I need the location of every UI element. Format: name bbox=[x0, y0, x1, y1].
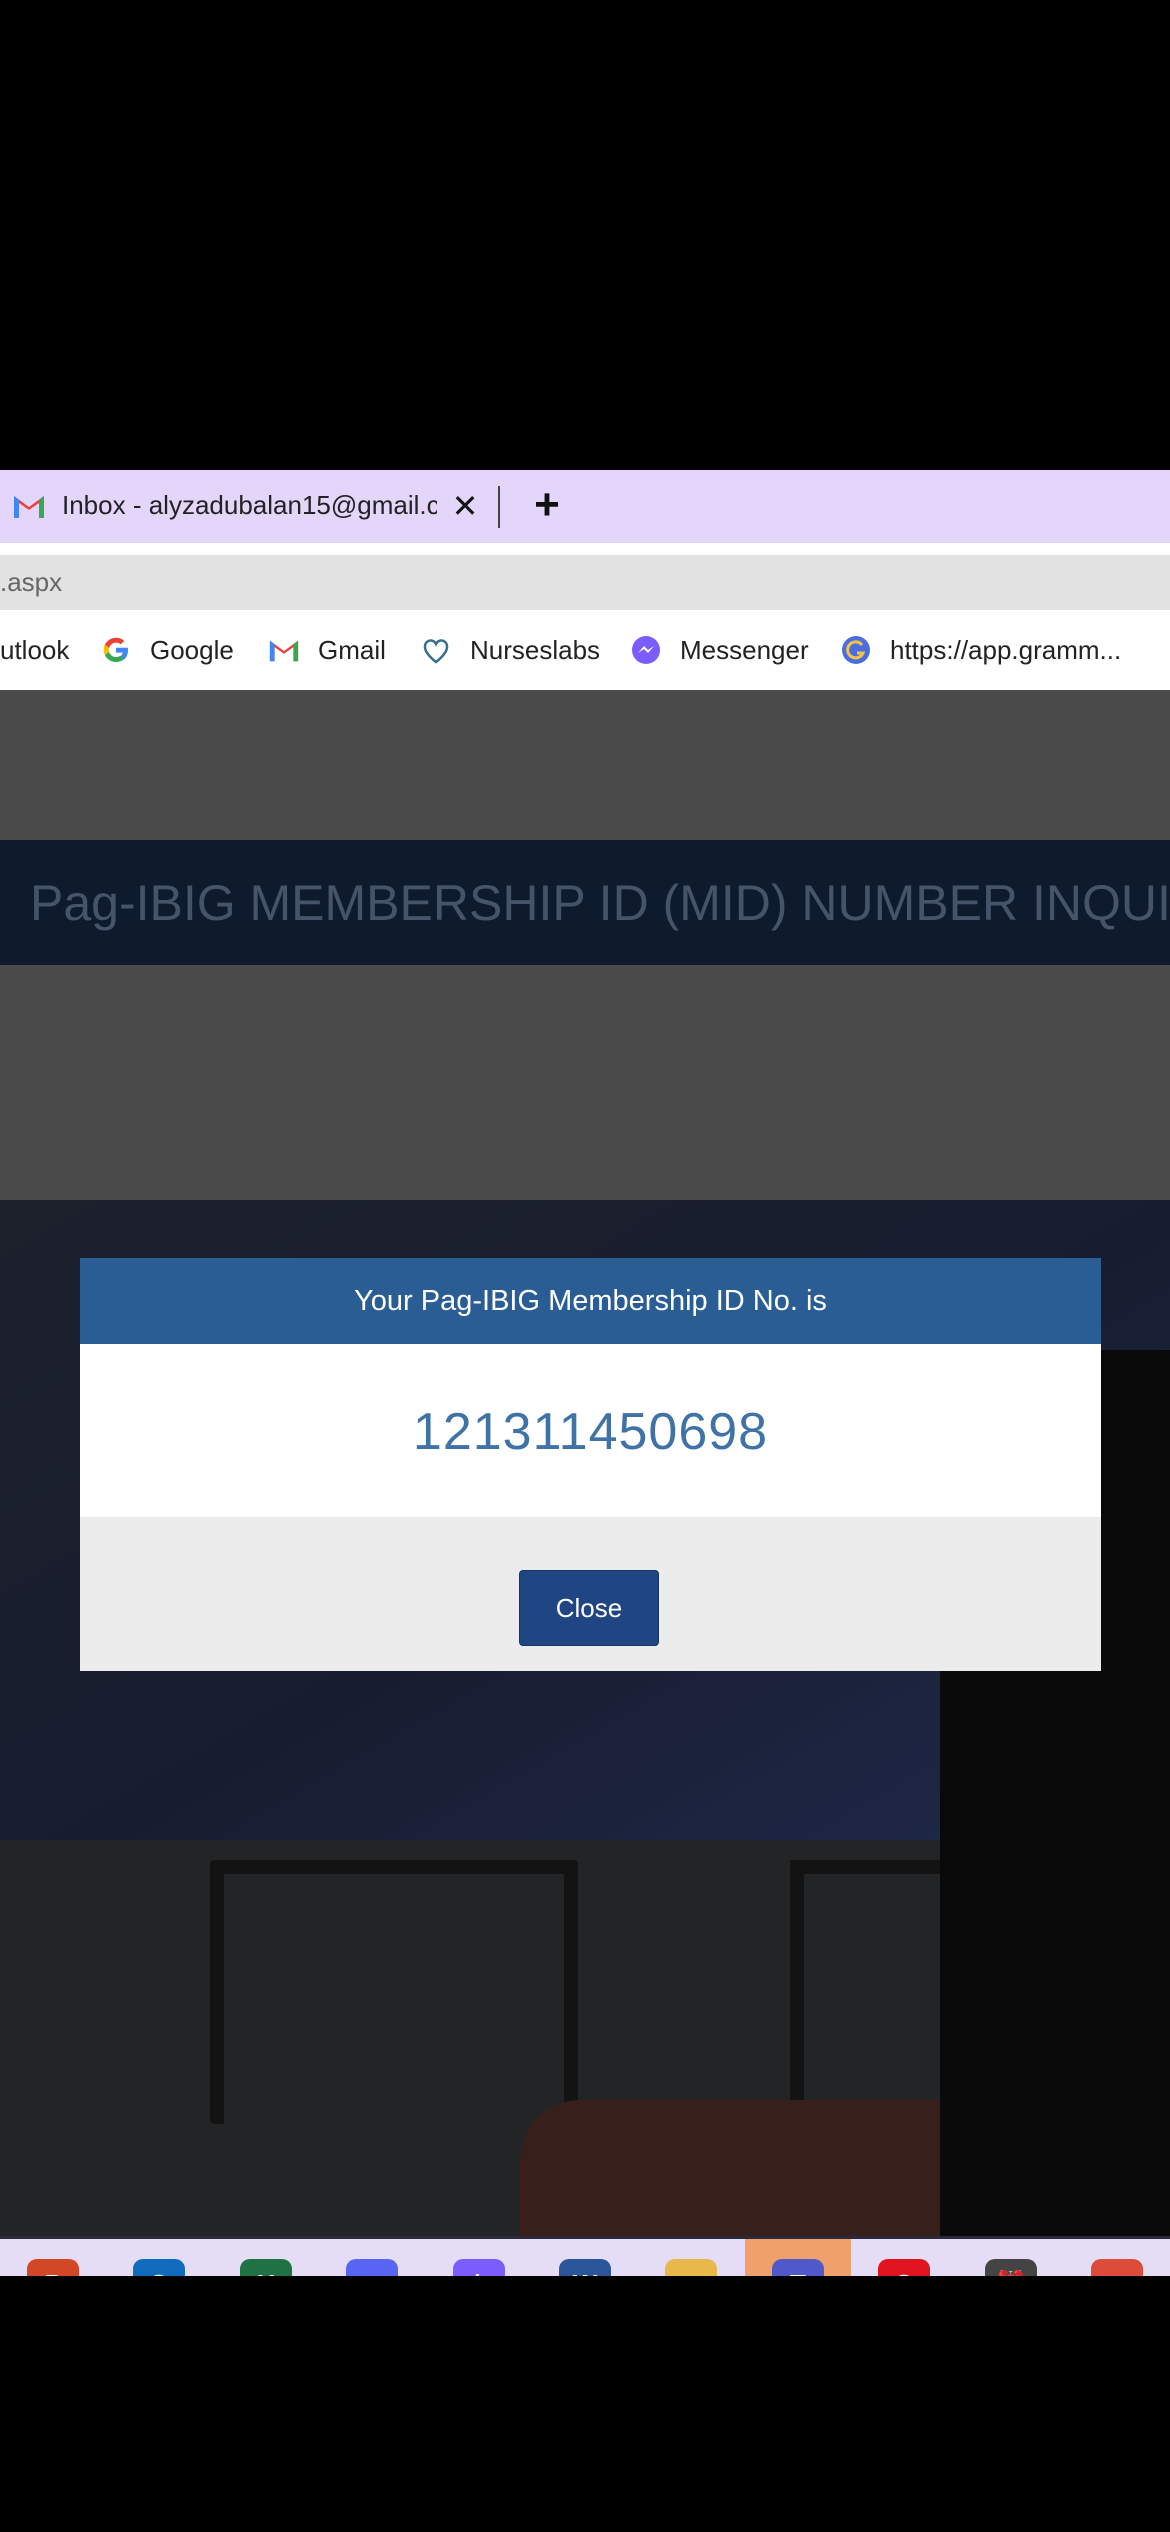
taskbar-app-word[interactable]: W bbox=[532, 2239, 638, 2276]
bookmark-label: Messenger bbox=[680, 634, 809, 665]
gmail-icon bbox=[269, 640, 299, 662]
new-tab-button[interactable]: + bbox=[524, 482, 570, 528]
messenger-icon: ϟ bbox=[453, 2258, 505, 2276]
bookmark-gmail[interactable]: Gmail bbox=[268, 610, 386, 690]
address-bar[interactable]: .aspx bbox=[0, 555, 1170, 611]
taskbar-app-chrome[interactable]: ◎ bbox=[1064, 2239, 1170, 2276]
chrome-icon: ◎ bbox=[1091, 2258, 1143, 2276]
bookmark-google[interactable]: Google bbox=[100, 610, 234, 690]
taskbar-app-outlook[interactable]: O bbox=[106, 2239, 212, 2276]
discord-icon: ◉ bbox=[346, 2258, 398, 2276]
taskbar-app-messenger[interactable]: ϟ bbox=[426, 2239, 532, 2276]
teams-icon: T bbox=[772, 2258, 824, 2276]
nurseslabs-icon bbox=[423, 639, 449, 664]
bookmark-grammarly[interactable]: https://app.gramm... bbox=[840, 610, 1121, 690]
browser-tab[interactable]: Inbox - alyzadubalan15@gmail.co ✕ bbox=[0, 470, 490, 543]
taskbar-app-teams[interactable]: T3 bbox=[745, 2239, 851, 2276]
bookmark-outlook[interactable]: utlook bbox=[0, 610, 69, 690]
bookmark-label: Gmail bbox=[318, 634, 386, 665]
google-icon bbox=[103, 637, 128, 662]
bookmark-label: https://app.gramm... bbox=[890, 634, 1122, 665]
taskbar-app-excel[interactable]: X bbox=[213, 2239, 319, 2276]
address-text: .aspx bbox=[0, 567, 63, 597]
taskbar: P O X ◉ ϟ W ▬ T3 O ⏰ ◎ bbox=[0, 2236, 1170, 2276]
messenger-icon bbox=[632, 636, 660, 664]
folder-icon: ▬ bbox=[665, 2258, 717, 2276]
bookmark-label: utlook bbox=[0, 634, 70, 665]
tab-title: Inbox - alyzadubalan15@gmail.co bbox=[62, 490, 437, 520]
close-button[interactable]: Close bbox=[519, 1570, 659, 1646]
bookmarks-bar: utlook Google Gmail Nurseslabs Messenger… bbox=[0, 610, 1170, 691]
alarm-clock-icon: ⏰ bbox=[985, 2258, 1037, 2276]
page-header: Pag-IBIG MEMBERSHIP ID (MID) NUMBER INQU… bbox=[0, 840, 1170, 965]
page-title: Pag-IBIG MEMBERSHIP ID (MID) NUMBER INQU… bbox=[30, 875, 1170, 931]
powerpoint-icon: P bbox=[27, 2258, 79, 2276]
outlook-icon: O bbox=[133, 2258, 185, 2276]
gmail-icon bbox=[14, 496, 44, 518]
tab-separator bbox=[498, 486, 500, 528]
dialog-heading: Your Pag-IBIG Membership ID No. is bbox=[80, 1258, 1101, 1344]
bookmark-nurseslabs[interactable]: Nurseslabs bbox=[420, 610, 600, 690]
taskbar-app-discord[interactable]: ◉ bbox=[319, 2239, 425, 2276]
taskbar-app-alarm[interactable]: ⏰ bbox=[958, 2239, 1064, 2276]
membership-id-number: 121311450698 bbox=[412, 1403, 769, 1461]
grammarly-icon bbox=[842, 636, 870, 664]
dialog-body: 121311450698 bbox=[80, 1344, 1101, 1517]
opera-icon: O bbox=[878, 2258, 930, 2276]
close-tab-icon[interactable]: ✕ bbox=[450, 486, 480, 526]
browser-tab-strip: Inbox - alyzadubalan15@gmail.co ✕ + bbox=[0, 470, 1170, 543]
dialog-footer: Close bbox=[80, 1517, 1101, 1671]
bookmark-messenger[interactable]: Messenger bbox=[630, 610, 809, 690]
taskbar-app-powerpoint[interactable]: P bbox=[0, 2239, 106, 2276]
word-icon: W bbox=[559, 2258, 611, 2276]
bookmark-label: Google bbox=[150, 634, 234, 665]
bookmark-label: Nurseslabs bbox=[470, 634, 601, 665]
taskbar-app-opera[interactable]: O bbox=[851, 2239, 957, 2276]
taskbar-app-file-explorer[interactable]: ▬ bbox=[638, 2239, 744, 2276]
excel-icon: X bbox=[240, 2258, 292, 2276]
screenshot-area: Inbox - alyzadubalan15@gmail.co ✕ + .asp… bbox=[0, 470, 1170, 2276]
membership-id-dialog: Your Pag-IBIG Membership ID No. is 12131… bbox=[80, 1258, 1101, 1671]
